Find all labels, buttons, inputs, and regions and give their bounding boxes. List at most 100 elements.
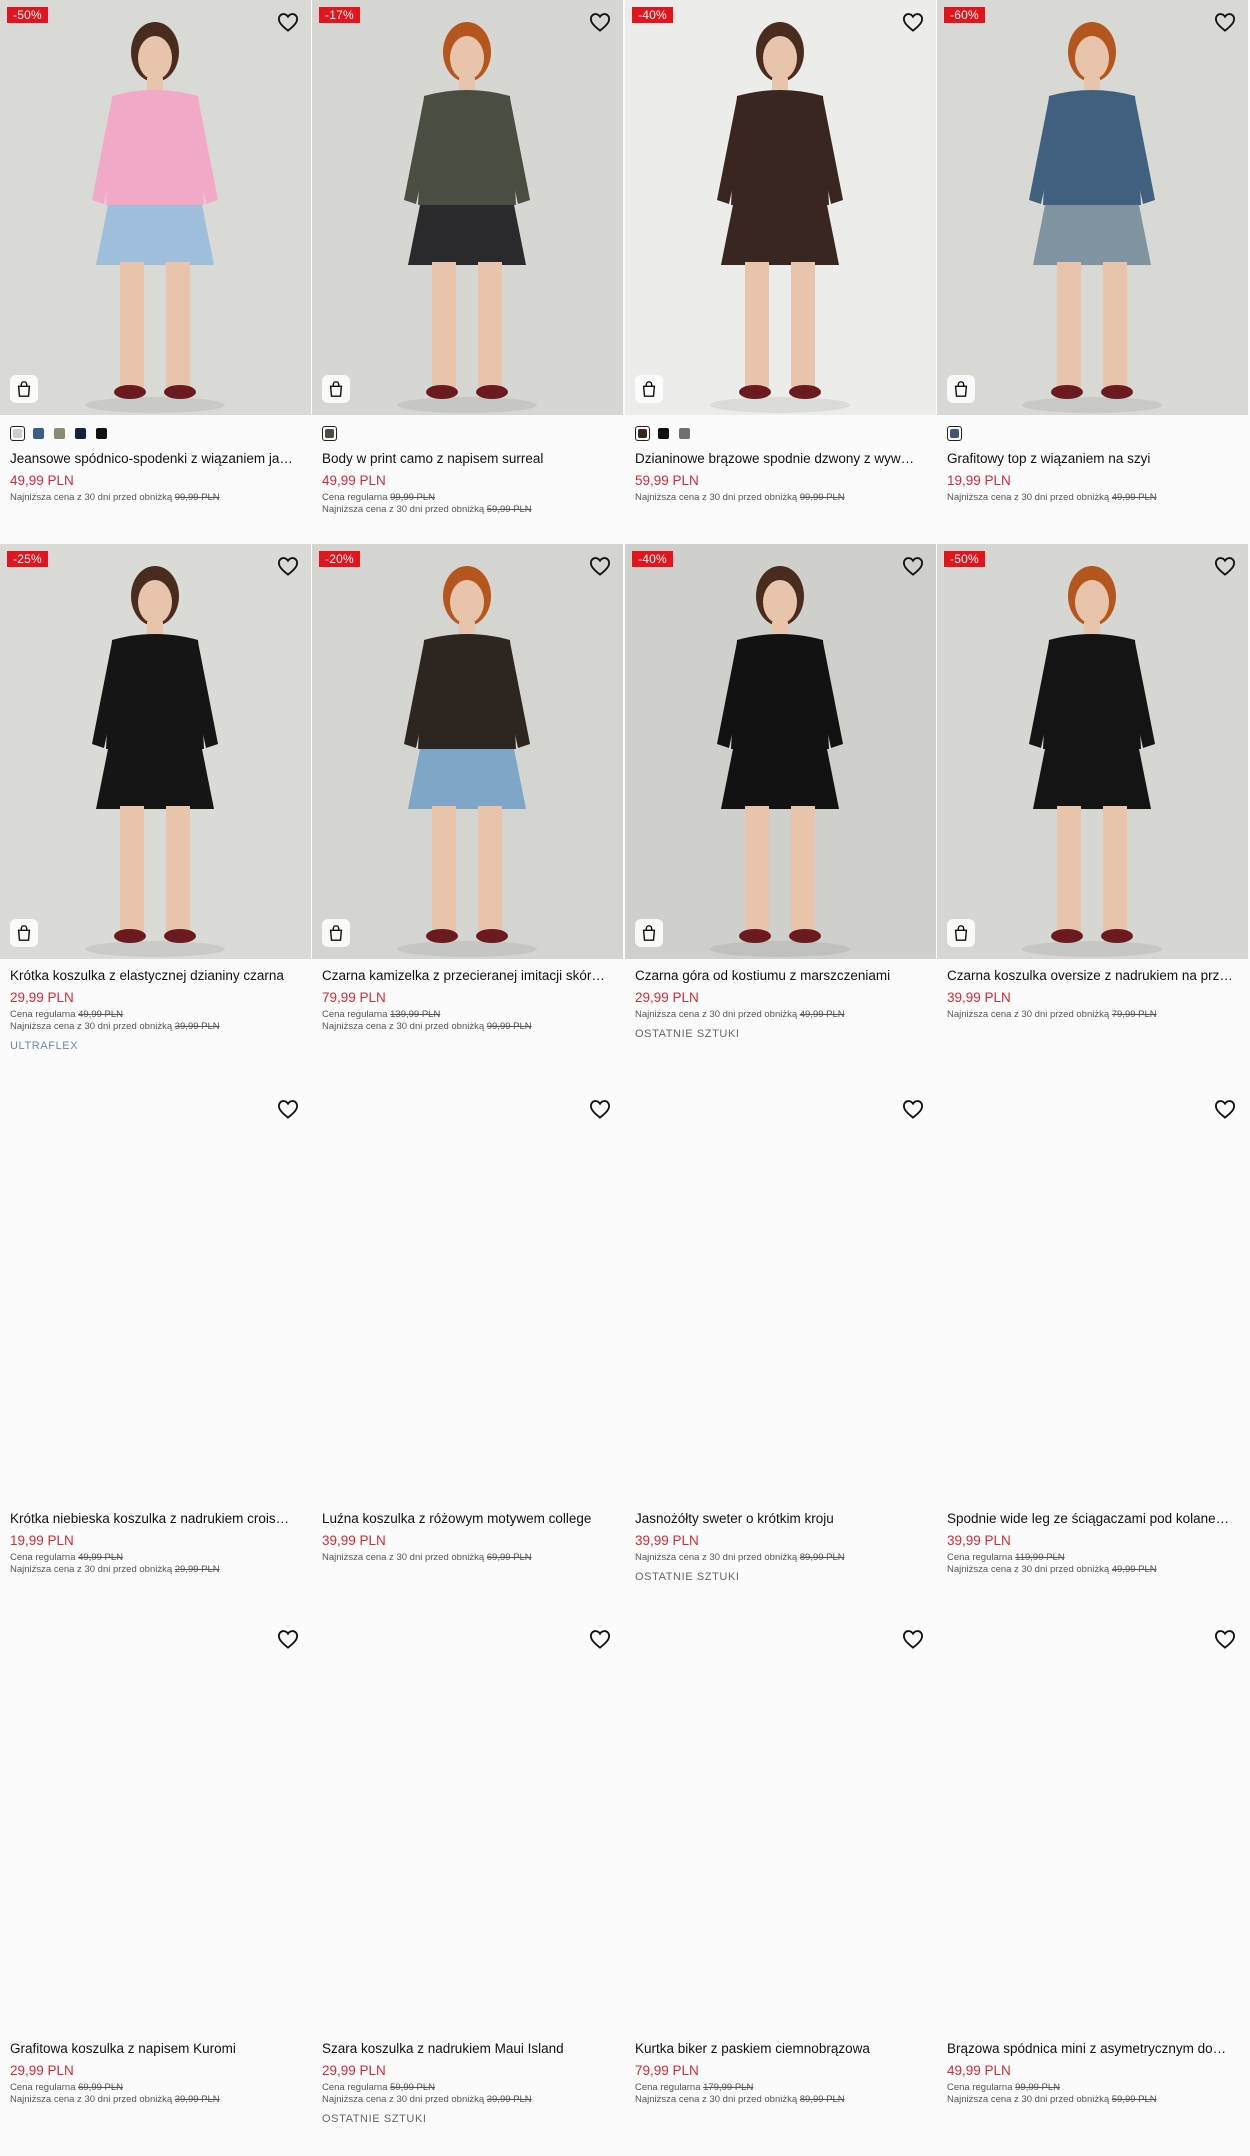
color-swatch[interactable] xyxy=(10,426,25,441)
product-name[interactable]: Spodnie wide leg ze ściągaczami pod kola… xyxy=(947,1510,1242,1528)
product-name[interactable]: Czarna góra od kostiumu z marszczeniami xyxy=(635,967,930,985)
shopping-bag-icon[interactable] xyxy=(947,375,975,403)
product-info: Czarna kamizelka z przecieranej imitacji… xyxy=(322,967,617,1033)
shopping-bag-icon[interactable] xyxy=(947,919,975,947)
color-swatch[interactable] xyxy=(73,426,88,441)
product-image[interactable] xyxy=(625,1617,936,2032)
color-swatch[interactable] xyxy=(322,426,337,441)
product-image[interactable]: -17% xyxy=(312,0,623,415)
heart-icon[interactable] xyxy=(1214,1629,1236,1649)
heart-icon[interactable] xyxy=(902,556,924,576)
product-card[interactable]: Szara koszulka z nadrukiem Maui Island 29… xyxy=(312,1617,623,2156)
product-price: 29,99 PLN xyxy=(635,990,699,1005)
lowest-price-value: 39,99 PLN xyxy=(486,2094,532,2105)
lowest-price-line: Najniższa cena z 30 dni przed obniżką 99… xyxy=(322,1021,617,1033)
regular-price-value: 69,99 PLN xyxy=(78,2082,124,2093)
product-card[interactable]: Spodnie wide leg ze ściągaczami pod kola… xyxy=(937,1087,1248,1617)
product-card[interactable]: Krótka niebieska koszulka z nadrukiem cr… xyxy=(0,1087,311,1617)
product-image[interactable] xyxy=(312,1617,623,2032)
product-name[interactable]: Szara koszulka z nadrukiem Maui Island xyxy=(322,2040,617,2058)
heart-icon[interactable] xyxy=(277,12,299,32)
product-card[interactable]: -50% Czarna koszulka oversize z nadrukiem… xyxy=(937,544,1248,1087)
shopping-bag-icon[interactable] xyxy=(10,919,38,947)
product-image[interactable]: -40% xyxy=(625,544,936,959)
regular-price-value: 179,99 PLN xyxy=(703,2082,754,2093)
product-image[interactable]: -50% xyxy=(937,544,1248,959)
product-card[interactable]: Jasnożółty sweter o krótkim kroju 39,99 P… xyxy=(625,1087,936,1617)
product-name[interactable]: Grafitowa koszulka z napisem Kuromi xyxy=(10,2040,305,2058)
product-name[interactable]: Brązowa spódnica mini z asymetrycznym do… xyxy=(947,2040,1242,2058)
product-name[interactable]: Kurtka biker z paskiem ciemnobrązowa xyxy=(635,2040,930,2058)
color-swatch[interactable] xyxy=(31,426,46,441)
lowest-price-label: Najniższa cena z 30 dni przed obniżką xyxy=(10,492,173,503)
heart-icon[interactable] xyxy=(277,556,299,576)
heart-icon[interactable] xyxy=(277,1629,299,1649)
product-card[interactable]: Brązowa spódnica mini z asymetrycznym do… xyxy=(937,1617,1248,2156)
heart-icon[interactable] xyxy=(902,1629,924,1649)
model-photo xyxy=(0,0,311,415)
product-image[interactable] xyxy=(937,1617,1248,2032)
product-name[interactable]: Czarna kamizelka z przecieranej imitacji… xyxy=(322,967,617,985)
product-image[interactable]: -60% xyxy=(937,0,1248,415)
product-name[interactable]: Krótka koszulka z elastycznej dzianiny c… xyxy=(10,967,305,985)
product-card[interactable]: -50% Jeansowe spódnico-spodenki z wiązani… xyxy=(0,0,311,544)
product-image[interactable] xyxy=(312,1087,623,1502)
product-name[interactable]: Jasnożółty sweter o krótkim kroju xyxy=(635,1510,930,1528)
shopping-bag-icon[interactable] xyxy=(322,375,350,403)
heart-icon[interactable] xyxy=(902,1099,924,1119)
heart-icon[interactable] xyxy=(902,12,924,32)
product-info: Brązowa spódnica mini z asymetrycznym do… xyxy=(947,2040,1242,2106)
product-image[interactable] xyxy=(0,1087,311,1502)
product-card[interactable]: Luźna koszulka z różowym motywem college… xyxy=(312,1087,623,1617)
product-image[interactable]: -25% xyxy=(0,544,311,959)
product-card[interactable]: -25% Krótka koszulka z elastycznej dziani… xyxy=(0,544,311,1087)
product-name[interactable]: Czarna koszulka oversize z nadrukiem na … xyxy=(947,967,1242,985)
product-card[interactable]: Kurtka biker z paskiem ciemnobrązowa 79,9… xyxy=(625,1617,936,2156)
regular-price-value: 99,99 PLN xyxy=(390,492,436,503)
lowest-price-line: Najniższa cena z 30 dni przed obniżką 59… xyxy=(947,2094,1242,2106)
product-image[interactable] xyxy=(0,1617,311,2032)
product-name[interactable]: Grafitowy top z wiązaniem na szyi xyxy=(947,450,1242,468)
color-swatch[interactable] xyxy=(635,426,650,441)
shopping-bag-icon[interactable] xyxy=(635,375,663,403)
lowest-price-value: 49,99 PLN xyxy=(799,1009,845,1020)
product-card[interactable]: -40% Dzianinowe brązowe spodnie dzwony z … xyxy=(625,0,936,544)
heart-icon[interactable] xyxy=(1214,12,1236,32)
product-name[interactable]: Dzianinowe brązowe spodnie dzwony z wyw… xyxy=(635,450,930,468)
product-image[interactable]: -50% xyxy=(0,0,311,415)
product-image[interactable]: -20% xyxy=(312,544,623,959)
shopping-bag-icon[interactable] xyxy=(635,919,663,947)
color-swatch[interactable] xyxy=(947,426,962,441)
product-name[interactable]: Krótka niebieska koszulka z nadrukiem cr… xyxy=(10,1510,305,1528)
product-card[interactable]: -20% Czarna kamizelka z przecieranej imit… xyxy=(312,544,623,1087)
product-image[interactable] xyxy=(625,1087,936,1502)
product-name[interactable]: Body w print camo z napisem surreal xyxy=(322,450,617,468)
color-swatch[interactable] xyxy=(677,426,692,441)
product-card[interactable]: Grafitowa koszulka z napisem Kuromi 29,99… xyxy=(0,1617,311,2156)
heart-icon[interactable] xyxy=(589,12,611,32)
lowest-price-value: 49,99 PLN xyxy=(1111,1564,1157,1575)
heart-icon[interactable] xyxy=(1214,1099,1236,1119)
heart-icon[interactable] xyxy=(1214,556,1236,576)
product-card[interactable]: -40% Czarna góra od kostiumu z marszczeni… xyxy=(625,544,936,1087)
heart-icon[interactable] xyxy=(277,1099,299,1119)
regular-price-line: Cena regularna 59,99 PLN xyxy=(322,2082,617,2094)
model-photo xyxy=(625,544,936,959)
product-image[interactable] xyxy=(937,1087,1248,1502)
color-swatch[interactable] xyxy=(52,426,67,441)
product-name[interactable]: Jeansowe spódnico-spodenki z wiązaniem j… xyxy=(10,450,305,468)
shopping-bag-icon[interactable] xyxy=(322,919,350,947)
product-card[interactable]: -17% Body w print camo z napisem surreal 4… xyxy=(312,0,623,544)
heart-icon[interactable] xyxy=(589,556,611,576)
product-image[interactable]: -40% xyxy=(625,0,936,415)
product-card[interactable]: -60% Grafitowy top z wiązaniem na szyi 19,… xyxy=(937,0,1248,544)
product-name[interactable]: Luźna koszulka z różowym motywem college xyxy=(322,1510,617,1528)
heart-icon[interactable] xyxy=(589,1629,611,1649)
shopping-bag-icon[interactable] xyxy=(10,375,38,403)
lowest-price-label: Najniższa cena z 30 dni przed obniżką xyxy=(322,1552,485,1563)
heart-icon[interactable] xyxy=(589,1099,611,1119)
color-swatch[interactable] xyxy=(656,426,671,441)
product-info: Luźna koszulka z różowym motywem college… xyxy=(322,1510,617,1564)
color-swatch[interactable] xyxy=(94,426,109,441)
lowest-price-label: Najniższa cena z 30 dni przed obniżką xyxy=(10,1564,173,1575)
